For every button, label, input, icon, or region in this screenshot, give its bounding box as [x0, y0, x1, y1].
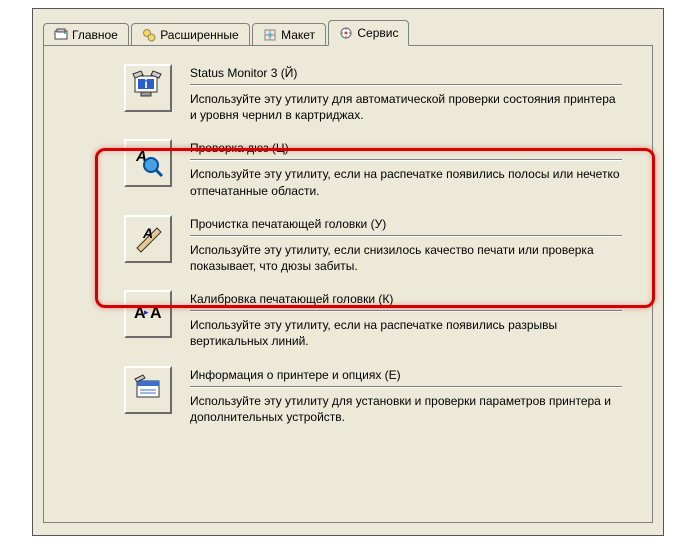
- head-cleaning-button[interactable]: A: [124, 215, 172, 263]
- printer-properties-window: Главное Расширенные Макет Сервис i: [32, 8, 664, 536]
- tab-advanced[interactable]: Расширенные: [131, 23, 250, 47]
- svg-text:▸: ▸: [144, 307, 149, 317]
- head-alignment-icon: A▸A: [131, 296, 165, 333]
- svg-text:i: i: [144, 77, 147, 91]
- tab-service[interactable]: Сервис: [328, 20, 409, 46]
- monitor-info-icon: i: [131, 70, 165, 107]
- tab-service-icon: [339, 26, 353, 40]
- tab-label: Главное: [72, 28, 118, 42]
- status-monitor-button[interactable]: i: [124, 64, 172, 112]
- utility-desc: Используйте эту утилиту, если на распеча…: [190, 166, 622, 198]
- svg-text:A: A: [150, 305, 162, 322]
- tab-label: Сервис: [357, 26, 398, 40]
- tab-label: Расширенные: [160, 28, 239, 42]
- utility-printer-info: Информация о принтере и опциях (Е) Испол…: [124, 366, 622, 425]
- utility-status-monitor: i Status Monitor 3 (Й) Используйте эту у…: [124, 64, 622, 123]
- head-alignment-button[interactable]: A▸A: [124, 290, 172, 338]
- utility-nozzle-check: AA Проверка дюз (Ц) Используйте эту утил…: [124, 139, 622, 198]
- utility-title: Прочистка печатающей головки (У): [190, 217, 622, 236]
- tab-strip: Главное Расширенные Макет Сервис: [43, 19, 653, 45]
- utility-head-cleaning: A Прочистка печатающей головки (У) Испол…: [124, 215, 622, 274]
- tab-main[interactable]: Главное: [43, 23, 129, 47]
- utility-desc: Используйте эту утилиту, если на распеча…: [190, 317, 622, 349]
- tab-layout-icon: [263, 28, 277, 42]
- nozzle-check-button[interactable]: AA: [124, 139, 172, 187]
- utility-title: Status Monitor 3 (Й): [190, 66, 622, 85]
- tab-advanced-icon: [142, 28, 156, 42]
- tab-layout[interactable]: Макет: [252, 23, 326, 47]
- utility-desc: Используйте эту утилиту, если снизилось …: [190, 242, 622, 274]
- tab-label: Макет: [281, 28, 315, 42]
- nozzle-check-icon: AA: [131, 145, 165, 182]
- service-tab-panel: i Status Monitor 3 (Й) Используйте эту у…: [43, 45, 653, 523]
- svg-text:A: A: [142, 225, 153, 241]
- printer-info-icon: [131, 371, 165, 408]
- utility-head-alignment: A▸A Калибровка печатающей головки (К) Ис…: [124, 290, 622, 349]
- head-cleaning-icon: A: [131, 220, 165, 257]
- utility-title: Проверка дюз (Ц): [190, 141, 622, 160]
- tab-main-icon: [54, 28, 68, 42]
- utility-desc: Используйте эту утилиту для автоматическ…: [190, 91, 622, 123]
- printer-info-button[interactable]: [124, 366, 172, 414]
- utility-title: Информация о принтере и опциях (Е): [190, 368, 622, 387]
- utility-title: Калибровка печатающей головки (К): [190, 292, 622, 311]
- utility-desc: Используйте эту утилиту для установки и …: [190, 393, 622, 425]
